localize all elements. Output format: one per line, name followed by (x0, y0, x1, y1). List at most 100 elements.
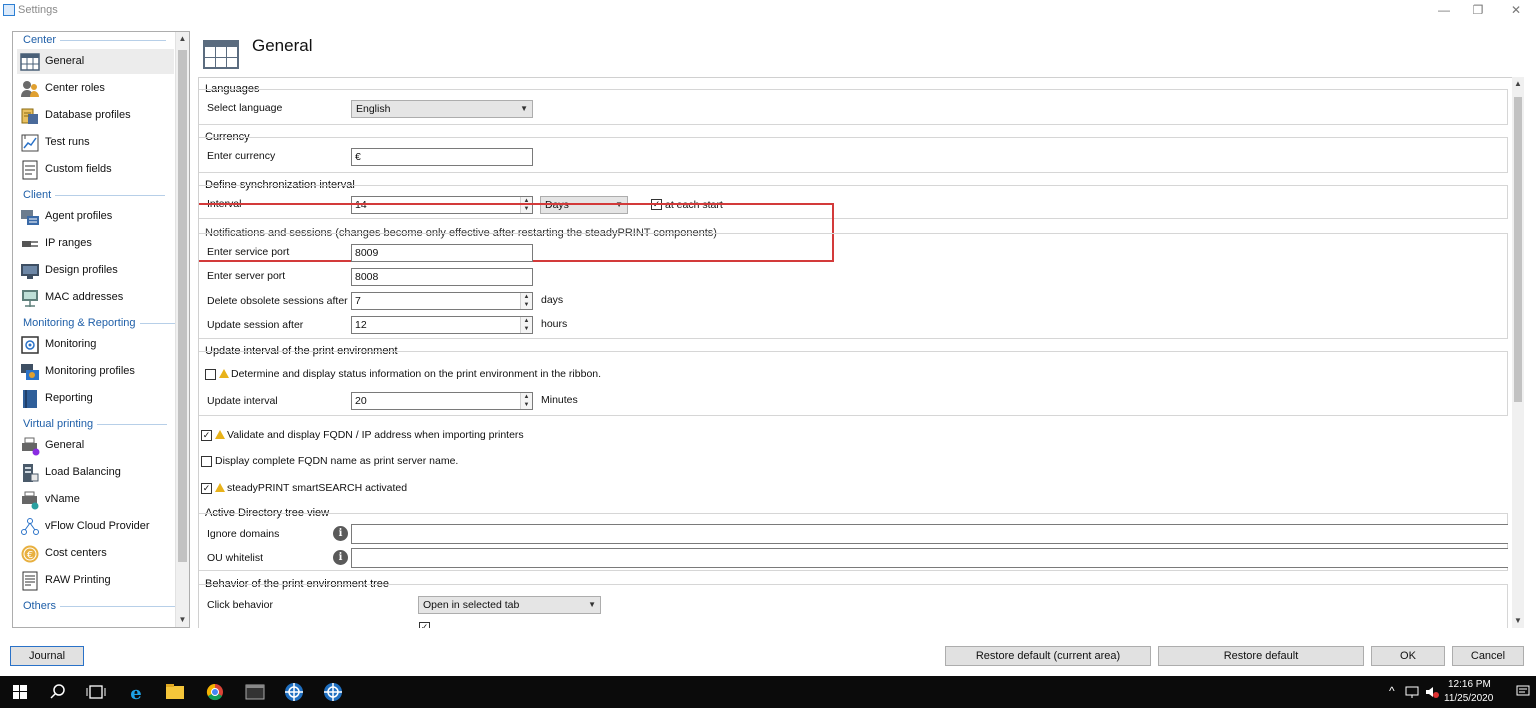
windows-start-icon[interactable] (0, 676, 40, 708)
nav-item-design-profiles[interactable]: Design profiles (17, 258, 174, 283)
warning-icon (215, 483, 225, 492)
warning-icon (215, 430, 225, 439)
load-balancing-icon (23, 464, 39, 482)
info-icon[interactable]: i (333, 526, 348, 541)
nav-item-label: General (45, 439, 85, 451)
scroll-up-arrow[interactable]: ▲ (176, 32, 189, 46)
nav-item-virtual-general[interactable]: General (17, 433, 174, 458)
network-icon[interactable] (1405, 685, 1421, 699)
scroll-down-arrow[interactable]: ▼ (1512, 614, 1524, 628)
nav-item-vflow-cloud-provider[interactable]: vFlow Cloud Provider (17, 514, 174, 539)
nav-item-custom-fields[interactable]: Custom fields (17, 157, 174, 182)
nav-item-label: vName (45, 493, 80, 505)
minutes-unit-label: Minutes (541, 394, 578, 406)
file-explorer-icon[interactable] (155, 676, 195, 708)
update-session-stepper[interactable]: 12 ▲ ▼ (351, 316, 533, 334)
nav-section-others: Others (23, 600, 183, 612)
task-view-icon[interactable] (76, 676, 116, 708)
cloud-network-icon (21, 518, 39, 535)
ignore-domains-input[interactable] (351, 524, 1508, 544)
content-scroll-thumb[interactable] (1514, 97, 1522, 402)
svg-text:e: e (130, 683, 141, 704)
spin-buttons[interactable]: ▲ ▼ (520, 393, 532, 409)
nav-item-cost-centers[interactable]: € Cost centers (17, 541, 174, 566)
settings-app-icon (3, 4, 15, 16)
title-bar: Settings — ❐ ✕ (0, 0, 1536, 22)
update-interval-label: Update interval (207, 395, 278, 407)
info-icon[interactable]: i (333, 550, 348, 565)
monitor-design-icon (21, 264, 39, 279)
cancel-button[interactable]: Cancel (1452, 646, 1524, 666)
nav-item-monitoring[interactable]: Monitoring (17, 332, 174, 357)
display-fqdn-checkbox[interactable] (201, 456, 212, 467)
close-button[interactable]: ✕ (1500, 2, 1532, 18)
minimize-button[interactable]: — (1428, 2, 1460, 18)
validate-fqdn-checkbox[interactable]: ✓ (201, 430, 212, 441)
tray-chevron-icon[interactable]: ^ (1389, 684, 1395, 698)
nav-item-load-balancing[interactable]: Load Balancing (17, 460, 174, 485)
nav-scroll-thumb[interactable] (178, 50, 187, 562)
scroll-down-arrow[interactable]: ▼ (176, 613, 189, 627)
server-port-input[interactable]: 8008 (351, 268, 533, 286)
ou-whitelist-input[interactable] (351, 548, 1508, 568)
nav-item-monitoring-profiles[interactable]: Monitoring profiles (17, 359, 174, 384)
delete-sessions-stepper[interactable]: 7 ▲ ▼ (351, 292, 533, 310)
nav-item-label: Test runs (45, 136, 90, 148)
internet-explorer-icon[interactable]: e (116, 676, 156, 708)
nav-item-label: Custom fields (45, 163, 112, 175)
nav-item-label: General (45, 55, 85, 67)
service-port-input[interactable]: 8009 (351, 244, 533, 262)
search-icon[interactable] (38, 676, 78, 708)
spin-buttons[interactable]: ▲ ▼ (520, 293, 532, 309)
network-plug-icon (22, 241, 38, 247)
volume-muted-icon[interactable] (1424, 685, 1440, 699)
window-title: Settings (18, 4, 58, 16)
smartsearch-checkbox[interactable]: ✓ (201, 483, 212, 494)
validate-fqdn-label: Validate and display FQDN / IP address w… (215, 429, 524, 441)
clock-date[interactable]: 11/25/2020 (1444, 693, 1493, 704)
currency-input[interactable]: € (351, 148, 533, 166)
nav-item-test-runs[interactable]: Test runs (17, 130, 174, 155)
monitoring-icon (21, 336, 39, 354)
nav-item-agent-profiles[interactable]: Agent profiles (17, 204, 174, 229)
nav-item-database-profiles[interactable]: Database profiles (17, 103, 174, 128)
nav-item-label: Design profiles (45, 264, 118, 276)
language-select[interactable]: English ▼ (351, 100, 533, 118)
nav-item-center-roles[interactable]: Center roles (17, 76, 174, 101)
nav-scrollbar[interactable]: ▲ ▼ (175, 32, 189, 627)
update-interval-stepper[interactable]: 20 ▲ ▼ (351, 392, 533, 410)
determine-status-checkbox[interactable] (205, 369, 216, 380)
clock-time[interactable]: 12:16 PM (1448, 679, 1491, 690)
main-panel: General Languages Select language Englis… (198, 31, 1524, 628)
spin-buttons[interactable]: ▲ ▼ (520, 317, 532, 333)
chrome-icon[interactable] (195, 676, 235, 708)
nav-item-reporting[interactable]: Reporting (17, 386, 174, 411)
nav-item-vname[interactable]: vName (17, 487, 174, 512)
nav-section-client: Client (23, 189, 166, 201)
nav-item-label: Reporting (45, 392, 93, 404)
nav-item-ip-ranges[interactable]: IP ranges (17, 231, 174, 256)
chevron-down-icon: ▼ (520, 104, 528, 113)
scroll-up-arrow[interactable]: ▲ (1512, 77, 1524, 91)
ignore-domains-label: Ignore domains (207, 528, 280, 540)
restore-current-button[interactable]: Restore default (current area) (945, 646, 1151, 666)
ok-button[interactable]: OK (1371, 646, 1445, 666)
notifications-icon[interactable] (1516, 684, 1530, 698)
click-behavior-select[interactable]: Open in selected tab ▼ (418, 596, 601, 614)
chevron-down-icon: ▼ (588, 600, 596, 609)
ou-whitelist-label: OU whitelist (207, 552, 264, 564)
terminal-icon[interactable] (235, 676, 275, 708)
partial-checkbox[interactable]: ✓ (419, 622, 430, 628)
agent-profiles-icon (21, 210, 39, 225)
restore-button[interactable]: ❐ (1462, 2, 1494, 18)
nav-item-raw-printing[interactable]: RAW Printing (17, 568, 174, 593)
nav-item-mac-addresses[interactable]: MAC addresses (17, 285, 174, 310)
restore-default-button[interactable]: Restore default (1158, 646, 1364, 666)
journal-button[interactable]: Journal (10, 646, 84, 666)
steadyprint-app-icon[interactable] (274, 676, 314, 708)
database-icon (21, 108, 38, 124)
nav-item-center-general[interactable]: General (17, 49, 174, 74)
content-scrollbar[interactable]: ▲ ▼ (1512, 77, 1524, 628)
steadyprint-app-icon-2[interactable] (313, 676, 353, 708)
page-title: General (252, 36, 313, 55)
